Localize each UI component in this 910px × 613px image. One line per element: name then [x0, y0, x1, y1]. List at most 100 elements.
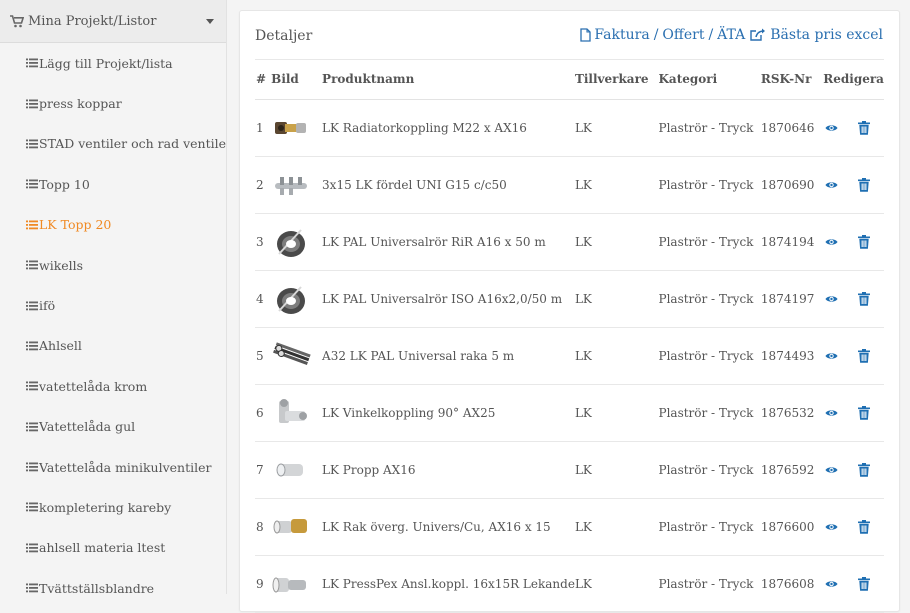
rsk-number: 1870690: [760, 156, 824, 214]
chevron-down-icon: [206, 19, 214, 24]
col-num: #: [255, 59, 272, 100]
eye-icon[interactable]: [825, 579, 838, 589]
sidebar-item[interactable]: Lägg till Projekt/lista: [0, 43, 226, 83]
trash-icon[interactable]: [858, 463, 871, 477]
product-name: LK PressPex Ansl.koppl. 16x15R Lekande: [322, 555, 575, 613]
sidebar-item[interactable]: LK Topp 20: [0, 205, 226, 245]
shopping-cart-icon: [10, 14, 24, 27]
category: Plaströr - Tryck: [658, 441, 761, 499]
trash-icon[interactable]: [858, 406, 871, 420]
file-icon: [580, 28, 592, 42]
eye-icon[interactable]: [825, 465, 838, 475]
sidebar-item[interactable]: STAD ventiler och rad ventiler: [0, 124, 226, 164]
sidebar-item[interactable]: press koppar: [0, 83, 226, 123]
sidebar-item[interactable]: kompletering kareby: [0, 487, 226, 527]
col-category: Kategori: [658, 59, 761, 100]
manufacturer: LK: [574, 441, 659, 499]
table-row: 9 LK PressPex Ansl.koppl. 16x15R Lekande L…: [255, 555, 884, 613]
category: Plaströr - Tryck: [658, 270, 761, 328]
row-number: 9: [255, 555, 272, 613]
row-number: 7: [255, 441, 272, 499]
eye-icon[interactable]: [825, 351, 838, 361]
offert-link[interactable]: Offert: [662, 27, 704, 43]
sidebar-item[interactable]: Tvättställsblandre: [0, 568, 226, 594]
product-name: LK Propp AX16: [322, 441, 575, 499]
table-row: 5 A32 LK PAL Universal raka 5 m LK Plaströr…: [255, 327, 884, 385]
col-rsk: RSK-Nr: [760, 59, 824, 100]
product-image: [271, 327, 323, 385]
sidebar-item[interactable]: Vatettelåda gul: [0, 407, 226, 447]
panel-title: Detaljer: [255, 28, 313, 44]
sidebar-item[interactable]: wikells: [0, 245, 226, 285]
sidebar-item[interactable]: Vatettelåda minikulventiler: [0, 447, 226, 487]
list-icon: [26, 381, 38, 391]
product-thumbnail: [279, 399, 308, 423]
product-name: LK Vinkelkoppling 90° AX25: [322, 384, 575, 442]
row-actions: [823, 441, 884, 499]
sidebar-item-label: kompletering kareby: [39, 499, 172, 515]
link-separator: /: [653, 27, 659, 43]
sidebar-item[interactable]: ifö: [0, 285, 226, 325]
col-manufacturer: Tillverkare: [574, 59, 659, 100]
manufacturer: LK: [574, 498, 659, 556]
basta-pris-excel-link[interactable]: Bästa pris excel: [770, 27, 883, 43]
table-row: 6 LK Vinkelkoppling 90° AX25 LK Plaströr - …: [255, 384, 884, 442]
sidebar-item[interactable]: ahlsell materia ltest: [0, 528, 226, 568]
table-row: 7 LK Propp AX16 LK Plaströr - Tryck 1876592: [255, 441, 884, 499]
eye-icon[interactable]: [825, 237, 838, 247]
trash-icon[interactable]: [858, 121, 871, 135]
eye-icon[interactable]: [825, 522, 838, 532]
row-actions: [823, 213, 884, 271]
row-number: 4: [255, 270, 272, 328]
row-number: 8: [255, 498, 272, 556]
trash-icon[interactable]: [858, 520, 871, 534]
row-actions: [823, 384, 884, 442]
rsk-number: 1876592: [760, 441, 824, 499]
product-image: [271, 270, 323, 328]
list-icon: [26, 583, 38, 593]
list-icon: [26, 58, 38, 68]
product-thumbnail: [275, 177, 308, 195]
eye-icon[interactable]: [825, 123, 838, 133]
trash-icon[interactable]: [858, 292, 871, 306]
sidebar-item-label: ahlsell materia ltest: [39, 540, 166, 556]
faktura-link[interactable]: Faktura: [594, 27, 649, 43]
sidebar-item[interactable]: Topp 10: [0, 164, 226, 204]
row-number: 6: [255, 384, 272, 442]
col-image: Bild: [271, 59, 323, 100]
category: Plaströr - Tryck: [658, 327, 761, 385]
project-list: Lägg till Projekt/lista press koppar STAD …: [0, 43, 226, 594]
product-image: [271, 555, 323, 613]
col-product-name: Produktnamn: [322, 59, 575, 100]
row-number: 5: [255, 327, 272, 385]
product-image: [271, 441, 323, 499]
eye-icon[interactable]: [825, 294, 838, 304]
product-name: LK Rak överg. Univers/Cu, AX16 x 15: [322, 498, 575, 556]
details-panel: Detaljer Faktura / Offert / ÄTA Bästa pr…: [239, 10, 900, 613]
manufacturer: LK: [574, 99, 659, 157]
row-actions: [823, 498, 884, 556]
trash-icon[interactable]: [858, 235, 871, 249]
eye-icon[interactable]: [825, 180, 838, 190]
trash-icon[interactable]: [858, 178, 871, 192]
panel-header: Detaljer Faktura / Offert / ÄTA Bästa pr…: [255, 11, 884, 60]
sidebar-item-label: Tvättställsblandre: [39, 580, 155, 594]
projects-header[interactable]: Mina Projekt/Listor: [0, 0, 226, 43]
sidebar-item[interactable]: Ahlsell: [0, 326, 226, 366]
row-actions: [823, 555, 884, 613]
ata-link[interactable]: ÄTA: [717, 27, 745, 43]
rsk-number: 1874493: [760, 327, 824, 385]
category: Plaströr - Tryck: [658, 213, 761, 271]
rsk-number: 1876600: [760, 498, 824, 556]
product-name: 3x15 LK fördel UNI G15 c/c50: [322, 156, 575, 214]
eye-icon[interactable]: [825, 408, 838, 418]
category: Plaströr - Tryck: [658, 555, 761, 613]
trash-icon[interactable]: [858, 577, 871, 591]
product-thumbnail: [277, 229, 306, 257]
trash-icon[interactable]: [858, 349, 871, 363]
table-row: 2 3x15 LK fördel UNI G15 c/c50 LK Plaströr …: [255, 156, 884, 214]
product-thumbnail: [275, 122, 307, 134]
sidebar-item[interactable]: vatettelåda krom: [0, 366, 226, 406]
share-icon: [750, 28, 766, 41]
list-icon: [26, 99, 38, 108]
